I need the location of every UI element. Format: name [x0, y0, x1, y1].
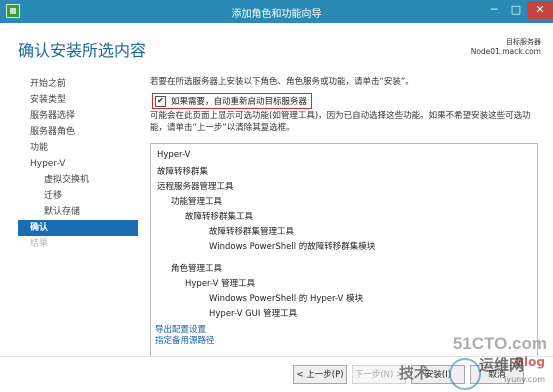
wizard-header: 确认安装所选内容 目标服务器 Node01.mack.com	[0, 23, 553, 70]
watermark-logo-icon	[449, 358, 481, 390]
destination-server-label: 目标服务器	[506, 38, 541, 46]
sidebar-item[interactable]: 确认	[18, 220, 138, 236]
watermark-site: 运维网	[479, 356, 525, 374]
page-title: 确认安装所选内容	[18, 41, 147, 60]
sidebar-item[interactable]: 迁移	[18, 188, 138, 204]
optional-features-note: 可能会在此页面上显示可选功能(如管理工具)，因为已自动选择这些功能。如果不希望安…	[150, 111, 531, 133]
watermark-url: iyunv.com	[504, 375, 545, 384]
title-bar: 添加角色和功能向导 ─ □ ✕	[0, 0, 553, 23]
selection-tree-item: Hyper-V	[157, 150, 191, 160]
selection-tree-item: Windows PowerShell 的故障转移群集模块	[209, 242, 376, 252]
wizard-steps-sidebar: 开始之前 安装类型 服务器选择 服务器角色 功能 Hyper-V 虚拟交换机 迁移 默认存储 确认…	[18, 76, 138, 252]
sidebar-item[interactable]: 虚拟交换机	[18, 172, 138, 188]
close-button[interactable]: ✕	[527, 1, 553, 19]
window-title: 添加角色和功能向导	[231, 9, 322, 20]
sidebar-item[interactable]: 服务器选择	[18, 108, 138, 124]
selection-tree-item: Hyper-V 管理工具	[185, 279, 256, 289]
sidebar-item[interactable]: 开始之前	[18, 76, 138, 92]
sidebar-item[interactable]: 安装类型	[18, 92, 138, 108]
sidebar-item[interactable]: 服务器角色	[18, 124, 138, 140]
sidebar-item[interactable]: 默认存储	[18, 204, 138, 220]
watermark: 51CTO.com Blog 技术 运维网 iyunv.com	[399, 334, 549, 390]
minimize-button[interactable]: ─	[483, 1, 505, 19]
sidebar-item[interactable]: 功能	[18, 140, 138, 156]
wizard-footer: < 上一步(P) 下一步(N) > 安装(I) 取消 51CTO.com Blo…	[0, 334, 553, 392]
selection-tree-item: 角色管理工具	[171, 264, 223, 274]
previous-button[interactable]: < 上一步(P)	[293, 365, 347, 384]
selection-tree-item: 远程服务器管理工具	[157, 182, 234, 192]
sidebar-item[interactable]: 结果	[18, 236, 138, 252]
destination-server-name: Node01.mack.com	[470, 47, 541, 56]
restart-checkbox-label: 如果需要，自动重新启动目标服务器	[171, 97, 308, 107]
watermark-tech: 技术	[399, 364, 430, 382]
alternate-source-link[interactable]: 指定备用源路径	[155, 334, 215, 346]
selection-tree-item: Hyper-V GUI 管理工具	[209, 309, 298, 319]
selection-tree-item: 故障转移群集工具	[185, 212, 254, 222]
restart-option[interactable]: ✔ 如果需要，自动重新启动目标服务器	[152, 93, 313, 109]
sidebar-item[interactable]: Hyper-V	[18, 156, 138, 172]
watermark-brand: 51CTO.com	[452, 334, 547, 353]
selection-tree-item: 故障转移群集管理工具	[209, 227, 295, 237]
selection-tree-item: 功能管理工具	[171, 197, 223, 207]
next-button[interactable]: 下一步(N) >	[352, 365, 406, 384]
selection-tree-item: 故障转移群集	[157, 167, 209, 177]
intro-text: 若要在所选服务器上安装以下角色、角色服务或功能，请单击“安装”。	[150, 77, 414, 87]
restart-checkbox[interactable]: ✔	[155, 95, 166, 107]
maximize-button[interactable]: □	[505, 1, 527, 19]
selection-tree-item: Windows PowerShell 的 Hyper-V 模块	[209, 294, 364, 304]
